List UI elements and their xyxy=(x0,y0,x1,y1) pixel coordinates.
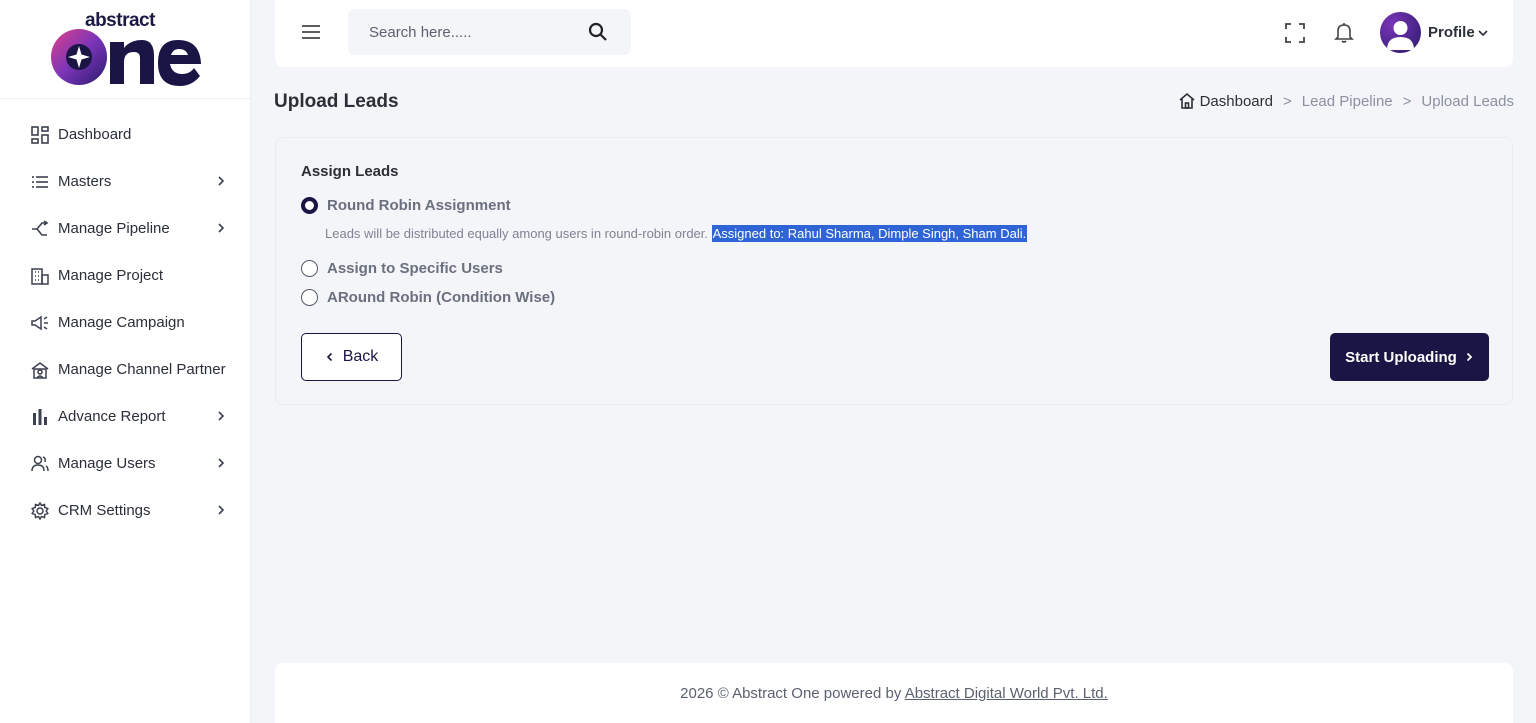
option-round-robin-condition[interactable]: ARound Robin (Condition Wise) xyxy=(301,289,555,306)
sidebar-item-label: Manage Project xyxy=(58,267,164,284)
sidebar-item-advance-report[interactable]: Advance Report xyxy=(0,393,250,440)
sidebar-item-manage-channel-partner[interactable]: Manage Channel Partner xyxy=(0,346,250,393)
sidebar-item-manage-pipeline[interactable]: Manage Pipeline xyxy=(0,205,250,252)
assign-leads-title: Assign Leads xyxy=(301,163,399,180)
chevron-right-icon xyxy=(1466,352,1473,362)
building-icon xyxy=(30,266,50,286)
sidebar-item-label: Manage Channel Partner xyxy=(58,361,226,378)
hint-text: Leads will be distributed equally among … xyxy=(325,226,712,241)
sidebar-item-manage-users[interactable]: Manage Users xyxy=(0,440,250,487)
profile-menu-label[interactable]: Profile xyxy=(1428,24,1475,41)
search-box xyxy=(348,9,631,55)
breadcrumb-separator: > xyxy=(1282,92,1292,110)
back-button-label: Back xyxy=(342,348,379,365)
sidebar-item-manage-project[interactable]: Manage Project xyxy=(0,252,250,299)
chevron-right-icon xyxy=(218,458,225,468)
chevron-right-icon xyxy=(218,505,225,515)
option-label: Assign to Specific Users xyxy=(327,260,503,277)
dashboard-icon xyxy=(30,125,50,145)
home-icon[interactable] xyxy=(1178,92,1196,110)
sidebar-item-masters[interactable]: Masters xyxy=(0,158,250,205)
chevron-right-icon xyxy=(218,411,225,421)
hamburger-menu-icon[interactable] xyxy=(301,22,321,42)
radio-round-robin[interactable] xyxy=(301,197,318,214)
breadcrumb-dashboard[interactable]: Dashboard xyxy=(1200,93,1273,110)
avatar[interactable] xyxy=(1380,12,1421,53)
radio-round-robin-condition[interactable] xyxy=(301,289,318,306)
option-label: ARound Robin (Condition Wise) xyxy=(327,289,556,306)
sidebar-item-label: Manage Users xyxy=(58,455,156,472)
brand-logo[interactable]: abstract xyxy=(0,0,250,99)
list-icon xyxy=(30,172,50,192)
sidebar-item-crm-settings[interactable]: CRM Settings xyxy=(0,487,250,534)
chevron-right-icon xyxy=(218,223,225,233)
sidebar-item-label: Advance Report xyxy=(58,408,166,425)
footer: 2026 © Abstract One powered by Abstract … xyxy=(275,663,1513,723)
sidebar-item-label: Masters xyxy=(58,173,112,190)
breadcrumb-lead-pipeline[interactable]: Lead Pipeline xyxy=(1302,93,1393,110)
users-icon xyxy=(30,454,50,474)
megaphone-icon xyxy=(30,313,50,333)
footer-copyright: 2026 © Abstract One powered by xyxy=(680,685,905,702)
option-specific-users[interactable]: Assign to Specific Users xyxy=(301,260,503,277)
sidebar-item-dashboard[interactable]: Dashboard xyxy=(0,111,250,158)
assign-leads-card: Assign Leads Round Robin Assignment Lead… xyxy=(275,137,1513,405)
back-button[interactable]: Back xyxy=(301,333,402,381)
page-title: Upload Leads xyxy=(274,91,399,112)
radio-specific-users[interactable] xyxy=(301,260,318,277)
sidebar: abstract Dashboard Masters Manage Pipeli… xyxy=(0,0,251,723)
breadcrumb-upload-leads: Upload Leads xyxy=(1421,92,1514,110)
bell-icon[interactable] xyxy=(1333,21,1355,43)
chevron-left-icon xyxy=(326,352,332,362)
start-uploading-button[interactable]: Start Uploading xyxy=(1330,333,1489,381)
search-icon[interactable] xyxy=(588,22,608,42)
bar-chart-icon xyxy=(30,407,50,427)
breadcrumb-separator: > xyxy=(1402,92,1412,110)
search-input[interactable] xyxy=(348,9,578,55)
round-robin-hint: Leads will be distributed equally among … xyxy=(325,225,1028,242)
breadcrumb: Dashboard > Lead Pipeline > Upload Leads xyxy=(1178,92,1514,110)
chevron-right-icon xyxy=(218,176,225,186)
fullscreen-icon[interactable] xyxy=(1284,22,1306,44)
pipeline-icon xyxy=(30,219,50,239)
sidebar-item-label: Manage Campaign xyxy=(58,314,185,331)
start-uploading-label: Start Uploading xyxy=(1345,348,1457,366)
sidebar-item-label: Manage Pipeline xyxy=(58,220,170,237)
footer-company-link[interactable]: Abstract Digital World Pvt. Ltd. xyxy=(905,685,1108,702)
sidebar-item-label: CRM Settings xyxy=(58,502,151,519)
sidebar-item-manage-campaign[interactable]: Manage Campaign xyxy=(0,299,250,346)
chevron-down-icon[interactable] xyxy=(1477,27,1489,39)
partner-icon xyxy=(30,360,50,380)
option-label: Round Robin Assignment xyxy=(327,197,511,214)
topbar: Profile xyxy=(275,0,1513,67)
sidebar-item-label: Dashboard xyxy=(58,126,132,143)
assigned-users-text: Assigned to: Rahul Sharma, Dimple Singh,… xyxy=(711,225,1028,242)
logo-one-graphic xyxy=(51,29,201,86)
user-silhouette-icon xyxy=(1387,21,1414,50)
sidebar-nav: Dashboard Masters Manage Pipeline Manage… xyxy=(0,99,250,534)
option-round-robin[interactable]: Round Robin Assignment xyxy=(301,197,511,214)
gear-icon xyxy=(30,501,50,521)
